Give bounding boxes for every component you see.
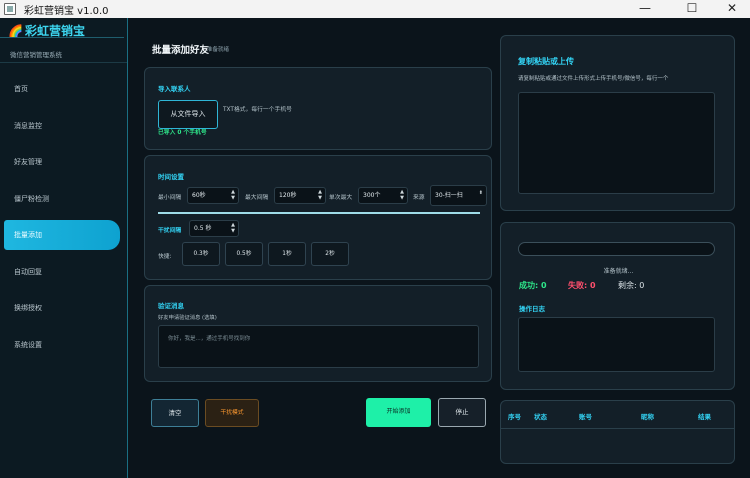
success-stat: 成功: 0 (519, 280, 547, 291)
interference-value: 0.5 秒 (194, 225, 212, 232)
progress-bar (518, 242, 715, 256)
fail-count: 0 (590, 281, 596, 290)
import-hint: TXT格式，每行一个手机号 (223, 107, 292, 113)
timing-header: 时间设置 (158, 173, 184, 181)
window-titlebar: 彩虹营销宝 v1.0.0 — ☐ ✕ (0, 0, 750, 18)
sidebar-item-home[interactable]: 首页 (4, 74, 120, 104)
log-header: 操作日志 (519, 305, 545, 313)
result-table: 序号 状态 账号 昵称 结果 (500, 400, 735, 464)
verify-header: 验证消息 (158, 302, 184, 310)
remain-count: 0 (639, 281, 645, 290)
col-account: 账号 (579, 413, 592, 421)
max-interval-value: 120秒 (279, 192, 297, 199)
page-title: 批量添加好友 (152, 45, 210, 56)
start-button[interactable]: 开始添加 (366, 398, 431, 427)
import-panel: 导入联系人 从文件导入 TXT格式，每行一个手机号 已导入 0 个手机号 (144, 67, 492, 150)
quick-1s-button[interactable]: 1秒 (268, 242, 306, 266)
sidebar-item-batch-add[interactable]: 批量添加 (4, 220, 120, 250)
sidebar-item-zombie-detect[interactable]: 僵尸粉检测 (4, 184, 120, 214)
table-header: 序号 状态 账号 昵称 结果 (501, 401, 734, 429)
batch-max-value: 300个 (363, 192, 381, 199)
minimize-button[interactable]: — (625, 0, 665, 18)
interference-label: 干扰间隔 (158, 228, 182, 234)
sidebar-item-rebind-auth[interactable]: 换绑授权 (4, 293, 120, 323)
batch-max-input[interactable]: 300个 ▲ ▼ (358, 187, 408, 204)
app-icon (4, 3, 16, 15)
import-header: 导入联系人 (158, 85, 191, 93)
progress-status: 准备就绪... (603, 268, 634, 275)
source-value: 30-扫一扫 (435, 192, 463, 199)
col-index: 序号 (508, 413, 521, 421)
fail-stat: 失败: 0 (568, 280, 596, 291)
dropdown-icon[interactable]: ⬍ (479, 190, 483, 196)
log-area[interactable] (518, 317, 715, 372)
subtitle-divider (0, 62, 127, 63)
stepper-icon[interactable]: ▲ ▼ (231, 222, 235, 234)
import-file-button[interactable]: 从文件导入 (158, 100, 218, 129)
close-button[interactable]: ✕ (712, 0, 750, 18)
max-interval-label: 最大间隔 (245, 195, 269, 201)
col-result: 结果 (698, 413, 711, 421)
sidebar-item-settings[interactable]: 系统设置 (4, 330, 120, 360)
rainbow-icon: 🌈 (8, 24, 23, 38)
source-select[interactable]: 30-扫一扫 ⬍ (430, 185, 487, 206)
quick-label: 快捷: (158, 254, 172, 260)
quick-2s-button[interactable]: 2秒 (311, 242, 349, 266)
col-nickname: 昵称 (641, 413, 654, 421)
interference-input[interactable]: 0.5 秒 ▲ ▼ (189, 220, 239, 237)
verify-label: 好友申请验证消息 (选填) (158, 315, 217, 321)
verify-panel: 验证消息 好友申请验证消息 (选填) 你好，我是...，通过手机号找到你 (144, 285, 492, 382)
clear-button[interactable]: 清空 (151, 399, 199, 427)
upload-textarea[interactable] (518, 92, 715, 194)
verify-message-input[interactable]: 你好，我是...，通过手机号找到你 (158, 325, 479, 368)
stepper-icon[interactable]: ▲ ▼ (400, 189, 404, 201)
batch-max-label: 单次最大 (329, 195, 353, 201)
maximize-button[interactable]: ☐ (672, 0, 712, 18)
progress-panel: 准备就绪... 成功: 0 失败: 0 剩余: 0 操作日志 (500, 222, 735, 390)
remain-label: 剩余: (618, 281, 637, 290)
min-interval-input[interactable]: 60秒 ▲ ▼ (187, 187, 239, 204)
stepper-icon[interactable]: ▲ ▼ (318, 189, 322, 201)
quick-0-5s-button[interactable]: 0.5秒 (225, 242, 263, 266)
quick-0-3s-button[interactable]: 0.3秒 (182, 242, 220, 266)
col-status: 状态 (534, 413, 547, 421)
sidebar-item-friend-management[interactable]: 好友管理 (4, 147, 120, 177)
min-interval-label: 最小间隔 (158, 195, 182, 201)
brand-name: 彩虹营销宝 (24, 24, 85, 38)
sidebar: 🌈 彩虹营销宝 微信营销管理系统 首页 消息监控 好友管理 僵尸粉检测 批量添加 … (0, 18, 128, 478)
window-title: 彩虹营销宝 v1.0.0 (24, 6, 109, 17)
page-status: 准备就绪 (207, 47, 230, 53)
verify-placeholder: 你好，我是...，通过手机号找到你 (168, 336, 251, 342)
brand-divider (0, 37, 124, 38)
remain-stat: 剩余: 0 (618, 280, 644, 291)
success-count: 0 (541, 281, 547, 290)
sidebar-item-auto-reply[interactable]: 自动回复 (4, 257, 120, 287)
timing-panel: 时间设置 最小间隔 60秒 ▲ ▼ 最大间隔 120秒 ▲ ▼ 单次最大 300个 ▲ ▼ … (144, 155, 492, 280)
max-interval-input[interactable]: 120秒 ▲ ▼ (274, 187, 326, 204)
upload-header: 复制粘贴或上传 (518, 57, 574, 66)
timing-divider (158, 212, 480, 214)
fail-label: 失败: (568, 281, 588, 290)
source-label: 来源 (413, 195, 425, 201)
sidebar-item-message-monitor[interactable]: 消息监控 (4, 111, 120, 141)
min-interval-value: 60秒 (192, 192, 206, 199)
stepper-icon[interactable]: ▲ ▼ (231, 189, 235, 201)
brand-subtitle: 微信营销管理系统 (10, 51, 62, 59)
upload-panel: 复制粘贴或上传 请复制粘贴或通过文件上传形式上传手机号/微信号，每行一个 (500, 35, 735, 211)
stop-button[interactable]: 停止 (438, 398, 486, 427)
upload-hint: 请复制粘贴或通过文件上传形式上传手机号/微信号，每行一个 (518, 76, 669, 82)
success-label: 成功: (519, 281, 539, 290)
interfere-mode-button[interactable]: 干扰模式 (205, 399, 259, 427)
import-count: 已导入 0 个手机号 (158, 130, 207, 136)
